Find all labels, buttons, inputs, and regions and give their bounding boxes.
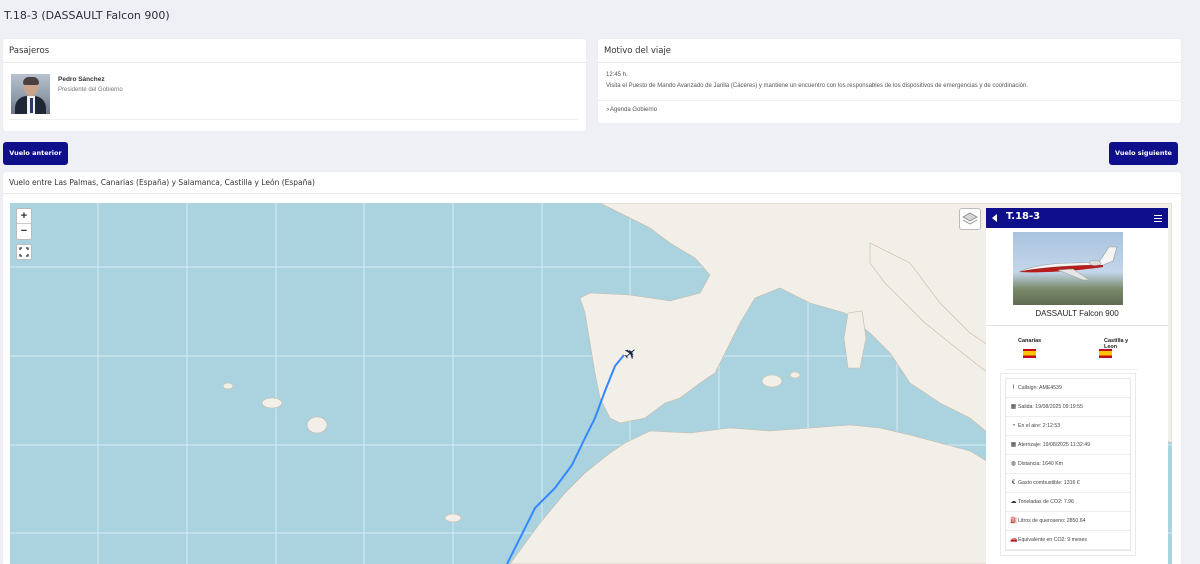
stat-row: ◔ En el aire: 2:12:53 xyxy=(1006,417,1130,436)
passenger-role: Presidente del Gobierno xyxy=(58,87,123,93)
trip-reason-text: Visita el Puesto de Mando Avanzado de Ja… xyxy=(606,83,1029,89)
agenda-link[interactable]: ›Agenda Gobierno xyxy=(607,107,657,113)
stat-row: 🚗Equivalente en CO2: 9 meses xyxy=(1006,531,1130,550)
land-island xyxy=(444,513,462,523)
page-title: T.18-3 (DASSAULT Falcon 900) xyxy=(4,9,170,22)
trip-reason-card: Motivo del viaje 12:45 h. Visita el Pues… xyxy=(598,39,1181,123)
stat-label: Callsign: AME4539 xyxy=(1018,385,1062,391)
previous-flight-button[interactable]: Vuelo anterior xyxy=(3,142,68,165)
collapse-arrow-icon[interactable] xyxy=(992,214,997,222)
trip-reason-time: 12:45 h. xyxy=(606,72,628,78)
land-menorca xyxy=(789,371,801,379)
car-icon: 🚗 xyxy=(1010,537,1018,543)
trip-reason-header: Motivo del viaje xyxy=(598,39,1181,63)
euro-icon: € xyxy=(1011,480,1016,486)
passenger-avatar xyxy=(11,74,50,114)
stat-row: ⛽Litros de queroseno: 2850.64 xyxy=(1006,512,1130,531)
flight-header: Vuelo entre Las Palmas, Canarias (España… xyxy=(3,172,1181,194)
stat-label: Distancia: 1640 Km xyxy=(1018,461,1063,467)
land-mallorca xyxy=(761,374,783,388)
next-flight-button[interactable]: Vuelo siguiente xyxy=(1109,142,1178,165)
stat-row: ☁ Toneladas de CO2: 7.96 xyxy=(1006,493,1130,512)
passengers-card: Pasajeros Pedro Sánchez Presidente del G… xyxy=(3,39,586,131)
divider xyxy=(9,119,578,120)
land-island xyxy=(306,416,328,434)
panel-title: T.18-3 xyxy=(1006,211,1041,222)
calendar-icon: ▦ xyxy=(1010,404,1017,410)
cloud-icon: ☁ xyxy=(1010,499,1017,505)
layers-button[interactable] xyxy=(959,208,981,230)
fuel-icon: ⛽ xyxy=(1010,518,1018,524)
stat-label: Salida: 19/08/2025 09:19:55 xyxy=(1018,404,1083,410)
calendar-icon: ▦ xyxy=(1010,442,1017,448)
divider xyxy=(986,325,1168,326)
spain-flag-icon xyxy=(1099,349,1112,358)
agenda-link-label: Agenda Gobierno xyxy=(610,107,658,113)
land-island xyxy=(261,397,283,409)
aircraft-name: DASSAULT Falcon 900 xyxy=(1035,309,1119,318)
stat-label: Gasto combustible: 1316 € xyxy=(1018,480,1080,486)
stat-label: Toneladas de CO2: 7.96 xyxy=(1018,499,1074,505)
chevron-right-icon: › xyxy=(607,107,609,113)
flight-info-panel: T.18-3 DASSAULT Falcon 900 Canarias Cast… xyxy=(986,208,1168,564)
divider xyxy=(598,100,1181,101)
stat-label: En el aire: 2:12:53 xyxy=(1018,423,1061,429)
origin-label: Canarias xyxy=(1018,338,1042,344)
flight-stats: ⌇ Callsign: AME4539 ▦ Salida: 19/08/2025 09… xyxy=(1005,378,1131,551)
antenna-icon: ⌇ xyxy=(1012,385,1015,391)
land-madeira xyxy=(222,382,234,390)
fullscreen-icon xyxy=(19,247,29,257)
zoom-control: + − xyxy=(16,208,32,240)
stopwatch-icon: ◔ xyxy=(1011,423,1016,429)
land-africa xyxy=(509,424,1011,564)
stat-label: Litros de queroseno: 2850.64 xyxy=(1018,518,1086,524)
stat-row: ⌇ Callsign: AME4539 xyxy=(1006,379,1130,398)
stat-row: ▦ Salida: 19/08/2025 09:19:55 xyxy=(1006,398,1130,417)
stat-row: € Gasto combustible: 1316 € xyxy=(1006,474,1130,493)
route-box: Canarias Castilla y Leon xyxy=(1006,330,1138,370)
spain-flag-icon xyxy=(1023,349,1036,358)
land-sardinia xyxy=(843,310,867,369)
globe-icon: ◍ xyxy=(1010,461,1017,467)
stat-label: Aterrizaje: 19/08/2025 11:32:49 xyxy=(1018,442,1091,448)
zoom-in-button[interactable]: + xyxy=(17,209,31,224)
menu-icon[interactable] xyxy=(1154,215,1162,222)
passenger-name: Pedro Sánchez xyxy=(58,76,105,83)
zoom-out-button[interactable]: − xyxy=(17,224,31,239)
stat-row: ◍ Distancia: 1640 Km xyxy=(1006,455,1130,474)
aircraft-photo xyxy=(1013,232,1123,305)
stat-label: Equivalente en CO2: 9 meses xyxy=(1018,537,1087,543)
fullscreen-button[interactable] xyxy=(16,244,32,260)
stat-row: ▦ Aterrizaje: 19/08/2025 11:32:49 xyxy=(1006,436,1130,455)
layers-icon xyxy=(962,212,978,225)
panel-header: T.18-3 xyxy=(986,208,1168,228)
passengers-header: Pasajeros xyxy=(3,39,586,63)
